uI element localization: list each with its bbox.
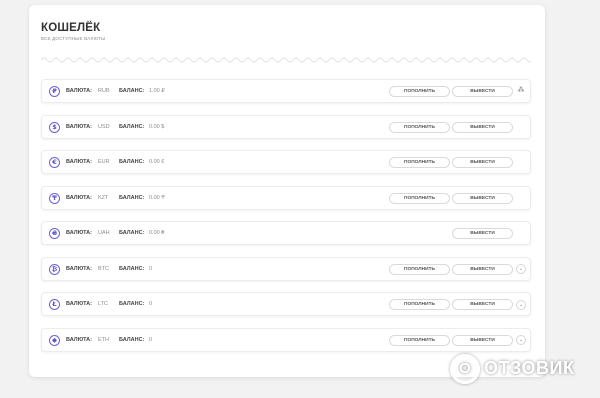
withdraw-button[interactable]: ВЫВЕСТИ xyxy=(452,157,513,168)
balance-value: 0.00 ₴ xyxy=(149,230,165,236)
balance-value: 0.00 € xyxy=(149,159,165,165)
currency-label: ВАЛЮТА: xyxy=(66,230,92,236)
currency-code: BTC xyxy=(98,265,109,272)
currency-row-usd: $ ВАЛЮТА: USD БАЛАНС: 0.00 $ ПОПОЛНИТЬ ВЫВЕСТИ xyxy=(41,114,531,139)
bitcoin-icon: ₿ xyxy=(49,263,60,275)
withdraw-button[interactable]: ВЫВЕСТИ xyxy=(452,121,513,133)
balance-label: БАЛАНС: xyxy=(119,194,145,201)
balance-label: БАЛАНС: xyxy=(119,265,145,272)
wallet-card: КОШЕЛЁК все доступные валюты ₽ ВАЛЮТА: RUB… xyxy=(29,5,545,377)
page-subtitle: все доступные валюты xyxy=(41,36,106,41)
currency-label: ВАЛЮТА: xyxy=(66,336,92,343)
balance-value: 1.00 ₽ xyxy=(149,88,165,94)
otzovik-logo-icon: O xyxy=(450,354,480,384)
deposit-button[interactable]: ПОПОЛНИТЬ xyxy=(389,299,450,310)
balance-value: 0.00 ₸ xyxy=(149,194,165,201)
currency-code: UAH xyxy=(98,230,110,236)
hryvnia-icon: ₴ xyxy=(49,228,60,239)
chevron-down-icon[interactable]: ⌄ xyxy=(516,264,526,274)
currency-row-kzt: ₸ ВАЛЮТА: KZT БАЛАНС: 0.00 ₸ ПОПОЛНИТЬ ВЫВЕСТИ xyxy=(41,185,531,210)
currency-label: ВАЛЮТА: xyxy=(66,159,92,165)
currency-row-btc: ₿ ВАЛЮТА: BTC БАЛАНС: 0 ПОПОЛНИТЬ ВЫВЕСТИ ⌄ xyxy=(41,256,531,281)
currency-code: ETH xyxy=(98,336,109,343)
withdraw-button[interactable]: ВЫВЕСТИ xyxy=(452,192,513,204)
currency-row-uah: ₴ ВАЛЮТА: UAH БАЛАНС: 0.00 ₴ ВЫВЕСТИ xyxy=(41,221,531,245)
page-title: КОШЕЛЁК xyxy=(41,22,101,34)
currency-label: ВАЛЮТА: xyxy=(66,194,92,201)
deposit-button[interactable]: ПОПОЛНИТЬ xyxy=(389,263,450,275)
balance-label: БАЛАНС: xyxy=(119,336,145,343)
withdraw-button[interactable]: ВЫВЕСТИ xyxy=(452,334,513,346)
withdraw-button[interactable]: ВЫВЕСТИ xyxy=(452,228,513,239)
deposit-button[interactable]: ПОПОЛНИТЬ xyxy=(389,192,450,204)
currency-label: ВАЛЮТА: xyxy=(66,88,92,94)
chevron-down-icon[interactable]: ⌄ xyxy=(516,335,526,345)
currency-code: KZT xyxy=(98,194,109,201)
currency-code: RUB xyxy=(98,88,110,94)
currency-code: EUR xyxy=(98,159,110,165)
currency-list: ₽ ВАЛЮТА: RUB БАЛАНС: 1.00 ₽ ПОПОЛНИТЬ ВЫВЕСТИ… xyxy=(41,79,531,363)
withdraw-button[interactable]: ВЫВЕСТИ xyxy=(452,299,513,310)
deposit-button[interactable]: ПОПОЛНИТЬ xyxy=(389,121,450,133)
currency-row-rub: ₽ ВАЛЮТА: RUB БАЛАНС: 1.00 ₽ ПОПОЛНИТЬ ВЫВЕСТИ… xyxy=(41,79,531,103)
currency-label: ВАЛЮТА: xyxy=(66,301,92,307)
balance-label: БАЛАНС: xyxy=(119,159,145,165)
deposit-button[interactable]: ПОПОЛНИТЬ xyxy=(389,334,450,346)
currency-label: ВАЛЮТА: xyxy=(66,265,92,272)
ethereum-icon: ◆ xyxy=(49,334,60,346)
litecoin-icon: Ł xyxy=(49,299,60,310)
currency-code: USD xyxy=(98,123,110,130)
currency-code: LTC xyxy=(98,301,108,307)
balance-label: БАЛАНС: xyxy=(119,88,145,94)
balance-value: 0 xyxy=(149,301,153,307)
balance-value: 0 xyxy=(149,265,153,272)
balance-label: БАЛАНС: xyxy=(119,230,145,236)
ruble-icon: ₽ xyxy=(49,86,60,97)
currency-row-eth: ◆ ВАЛЮТА: ETH БАЛАНС: 0 ПОПОЛНИТЬ ВЫВЕСТИ ⌄ xyxy=(41,327,531,352)
deposit-button[interactable]: ПОПОЛНИТЬ xyxy=(389,157,450,168)
balance-label: БАЛАНС: xyxy=(119,301,145,307)
chevron-down-icon[interactable]: ⌄ xyxy=(516,299,526,310)
withdraw-button[interactable]: ВЫВЕСТИ xyxy=(452,86,513,97)
otzovik-watermark: O ОТЗОВИК xyxy=(450,354,600,384)
currency-row-ltc: Ł ВАЛЮТА: LTC БАЛАНС: 0 ПОПОЛНИТЬ ВЫВЕСТИ ⌄ xyxy=(41,292,531,316)
balance-label: БАЛАНС: xyxy=(119,123,145,130)
currency-label: ВАЛЮТА: xyxy=(66,123,92,130)
share-icon[interactable]: ⁂ xyxy=(516,87,526,97)
balance-value: 0.00 $ xyxy=(149,123,165,130)
wave-divider xyxy=(41,57,531,63)
euro-icon: € xyxy=(49,157,60,168)
currency-row-eur: € ВАЛЮТА: EUR БАЛАНС: 0.00 € ПОПОЛНИТЬ ВЫВЕСТИ xyxy=(41,150,531,174)
balance-value: 0 xyxy=(149,336,153,343)
withdraw-button[interactable]: ВЫВЕСТИ xyxy=(452,263,513,275)
deposit-button[interactable]: ПОПОЛНИТЬ xyxy=(389,86,450,97)
watermark-text: ОТЗОВИК xyxy=(484,358,575,378)
tenge-icon: ₸ xyxy=(49,192,60,204)
dollar-icon: $ xyxy=(49,121,60,133)
